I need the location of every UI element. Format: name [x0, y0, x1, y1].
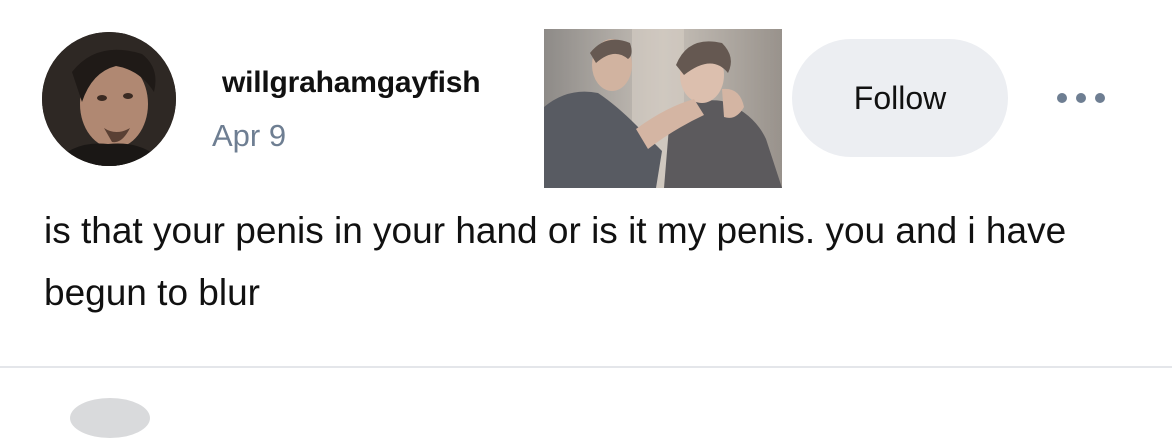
username[interactable]: willgrahamgayfish: [222, 66, 481, 100]
ellipsis-icon: [1076, 93, 1086, 103]
divider: [0, 366, 1172, 368]
follow-button[interactable]: Follow: [792, 39, 1008, 157]
more-options-button[interactable]: [1046, 80, 1116, 116]
avatar[interactable]: [42, 32, 176, 166]
post-body-text: is that your penis in your hand or is it…: [44, 210, 1067, 313]
profile-photo-icon: [42, 32, 176, 166]
post-card: willgrahamgayfish Apr 9 Follow is that y…: [0, 0, 1172, 366]
photo-two-men-embracing-icon: [544, 29, 782, 188]
attached-photo[interactable]: [544, 29, 782, 188]
ellipsis-icon: [1057, 93, 1067, 103]
post-date: Apr 9: [212, 118, 287, 153]
next-post-avatar: [70, 398, 150, 438]
ellipsis-icon: [1095, 93, 1105, 103]
